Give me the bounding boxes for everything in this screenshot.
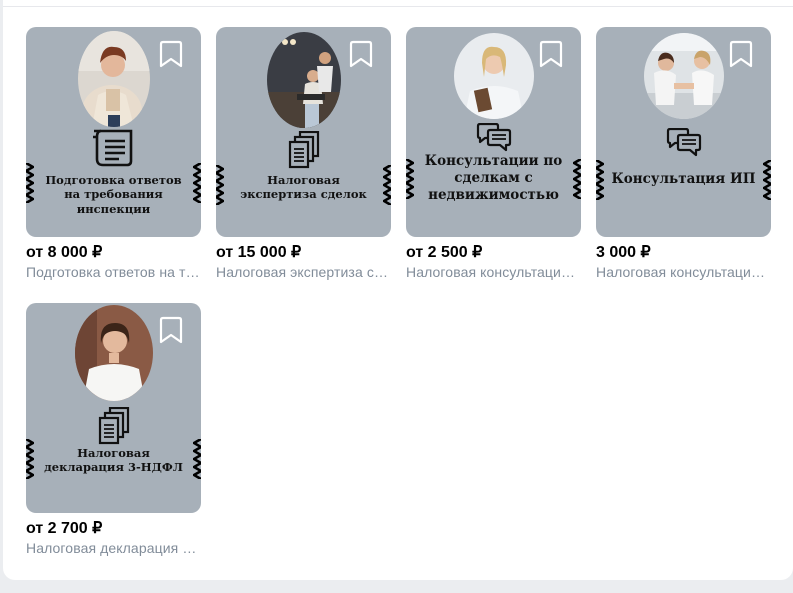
product-thumbnail[interactable]: Консультации по сделкам с недвижимостью [406, 27, 581, 237]
zigzag-decoration [406, 159, 414, 199]
product-thumbnail[interactable]: Подготовка ответов на требования инспекц… [26, 27, 201, 237]
product-title[interactable]: Налоговая декларация 3-НДФЛ [26, 539, 201, 557]
product-price: от 8 000 ₽ [26, 244, 103, 261]
product-price: от 2 500 ₽ [406, 244, 483, 261]
zigzag-decoration [216, 165, 224, 205]
product-price: 3 000 ₽ [596, 244, 651, 261]
product-caption: Налоговая декларация 3-НДФЛ [44, 446, 183, 475]
product-photo [643, 33, 724, 119]
product-thumbnail[interactable]: Консультация ИП [596, 27, 771, 237]
product-photo [266, 32, 341, 128]
product-title[interactable]: Налоговая консультация по сделкам с недв… [406, 263, 581, 281]
documents-icon [288, 131, 320, 169]
product-title[interactable]: Налоговая экспертиза сделок [216, 263, 391, 281]
product-card[interactable]: Подготовка ответов на требования инспекц… [26, 27, 201, 281]
zigzag-decoration [573, 159, 581, 199]
product-card[interactable]: Консультации по сделкам с недвижимостью … [406, 27, 581, 281]
bookmark-icon[interactable] [157, 315, 185, 345]
zigzag-decoration [26, 163, 34, 203]
product-card[interactable]: Налоговая декларация 3-НДФЛ от 2 700 ₽ Н… [26, 303, 201, 557]
chat-bubbles-icon [476, 123, 512, 153]
product-card[interactable]: Консультация ИП 3 000 ₽ Налоговая консул… [596, 27, 771, 281]
product-photo [77, 31, 150, 127]
divider [3, 6, 793, 7]
product-caption: Консультация ИП [611, 171, 756, 187]
documents-icon [98, 407, 130, 445]
chat-bubbles-icon [666, 128, 702, 158]
bookmark-icon[interactable] [157, 39, 185, 69]
bookmark-icon[interactable] [727, 39, 755, 69]
zigzag-decoration [193, 163, 201, 203]
scroll-icon [92, 129, 135, 167]
bookmark-icon[interactable] [347, 39, 375, 69]
product-thumbnail[interactable]: Налоговая декларация 3-НДФЛ [26, 303, 201, 513]
product-price: от 2 700 ₽ [26, 520, 103, 537]
product-thumbnail[interactable]: Налоговая экспертиза сделок [216, 27, 391, 237]
product-photo [453, 33, 534, 119]
product-caption: Налоговая экспертиза сделок [240, 173, 367, 202]
zigzag-decoration [26, 439, 34, 479]
product-card[interactable]: Налоговая экспертиза сделок от 15 000 ₽ … [216, 27, 391, 281]
product-caption: Консультации по сделкам с недвижимостью [424, 153, 563, 203]
bookmark-icon[interactable] [537, 39, 565, 69]
zigzag-decoration [596, 160, 604, 200]
product-title[interactable]: Налоговая консультация ИП [596, 263, 771, 281]
product-price: от 15 000 ₽ [216, 244, 302, 261]
zigzag-decoration [763, 160, 771, 200]
product-caption: Подготовка ответов на требования инспекц… [45, 173, 182, 216]
zigzag-decoration [383, 165, 391, 205]
zigzag-decoration [193, 439, 201, 479]
product-photo [74, 305, 153, 401]
product-title[interactable]: Подготовка ответов на требования инспекц… [26, 263, 201, 281]
